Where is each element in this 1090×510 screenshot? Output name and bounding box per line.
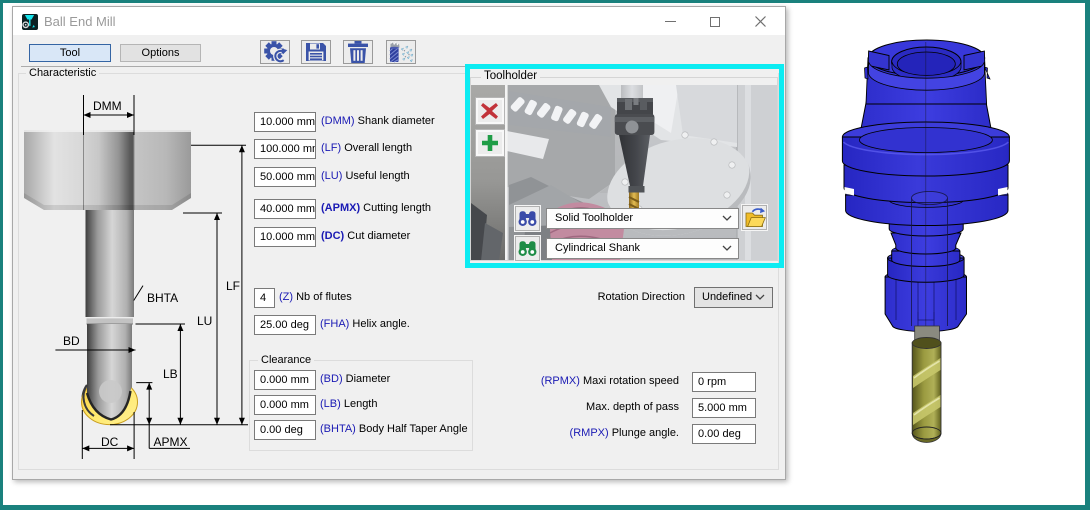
svg-text:BHTA: BHTA [147,291,178,305]
svg-text:LU: LU [197,314,212,328]
svg-text:LB: LB [163,367,178,381]
svg-text:APMX: APMX [154,435,188,449]
svg-text:DC: DC [101,435,119,449]
svg-text:LF: LF [226,279,240,293]
svg-text:BD: BD [63,334,80,348]
svg-text:DMM: DMM [93,99,122,113]
